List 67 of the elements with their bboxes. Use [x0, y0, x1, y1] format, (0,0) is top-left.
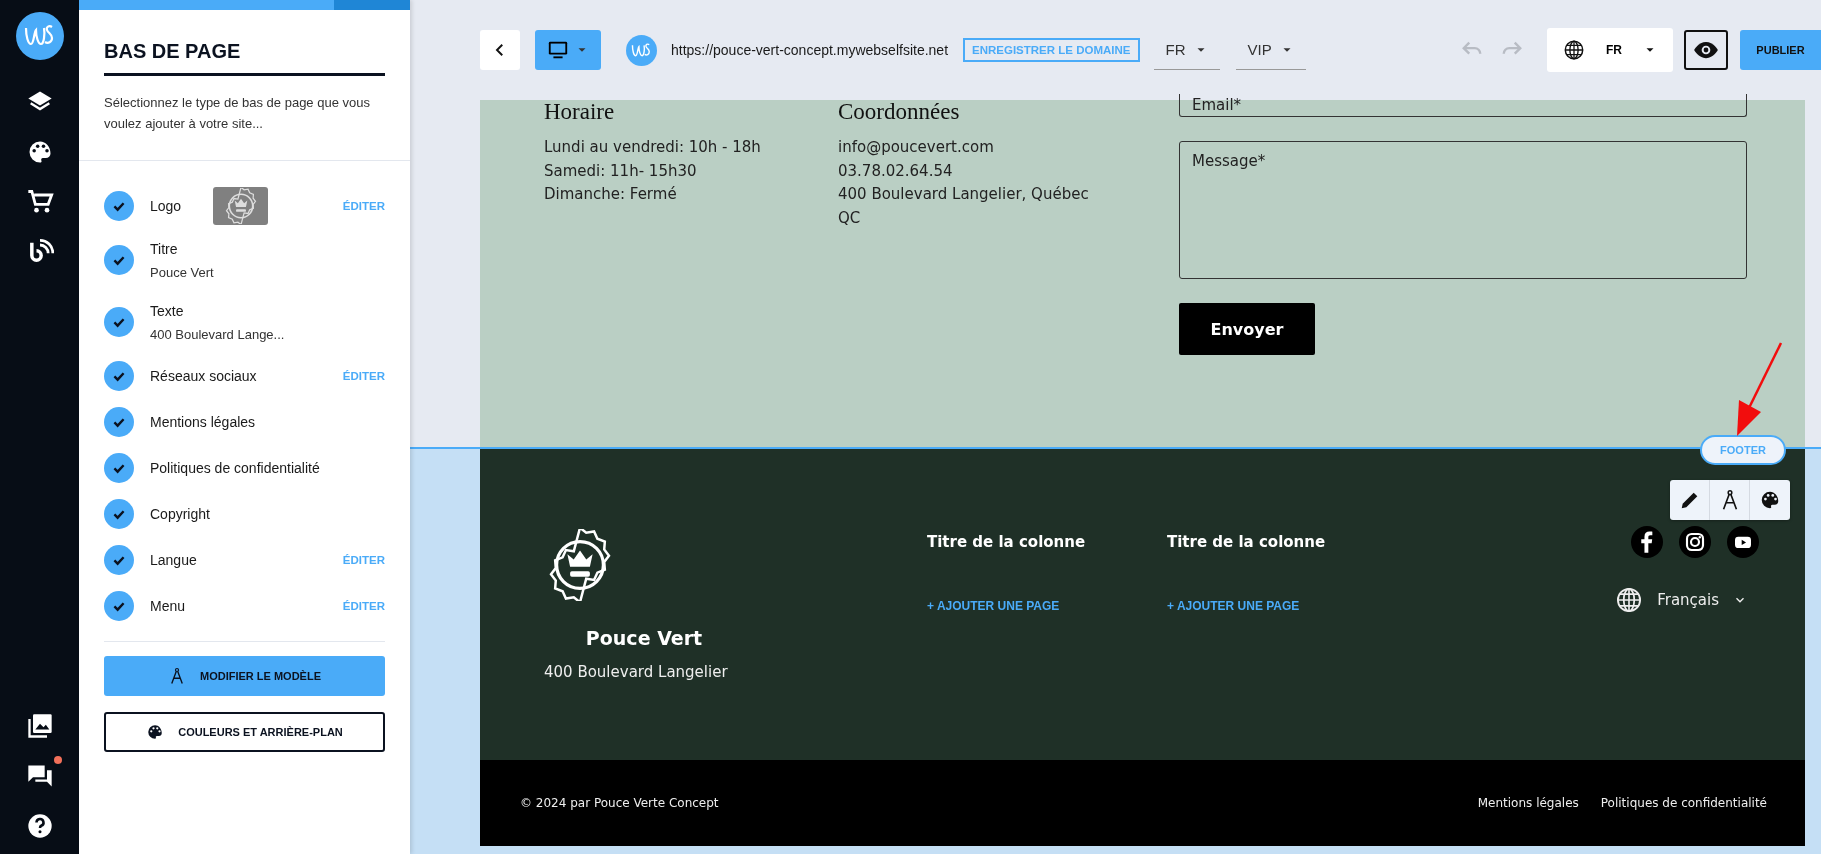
item-value: Pouce Vert: [150, 264, 214, 280]
item-label: Réseaux sociaux: [150, 368, 257, 384]
colors-button[interactable]: COULEURS ET ARRIÈRE-PLAN: [104, 712, 385, 752]
compass-icon: [168, 667, 186, 685]
help-icon[interactable]: [25, 812, 54, 840]
footer-link[interactable]: Mentions légales: [1477, 796, 1579, 810]
select-dropdown[interactable]: FR: [1153, 30, 1220, 70]
item-label: Menu: [150, 598, 186, 614]
item-label: Logo: [150, 198, 182, 214]
item-label: Politiques de confidentialité: [150, 460, 320, 476]
info-text: 03.78.02.64.54: [838, 160, 954, 182]
site-url: https://pouce-vert-concept.mywebselfsite.net: [671, 42, 949, 58]
logo-thumbnail[interactable]: [213, 187, 269, 225]
info-text: Samedi: 11h- 15h30: [544, 160, 698, 182]
checkbox[interactable]: [104, 307, 134, 337]
footer-link[interactable]: Politiques de confidentialité: [1600, 796, 1767, 810]
language-selector[interactable]: FR: [1547, 28, 1673, 72]
info-text: Lundi au vendredi: 10h - 18h: [544, 137, 762, 158]
publish-button[interactable]: PUBLIER: [1740, 30, 1821, 70]
checkbox[interactable]: [104, 361, 134, 391]
device-button[interactable]: [535, 30, 601, 70]
section-heading: Coordonnées: [838, 100, 961, 123]
copyright-text: © 2024 par Pouce Verte Concept: [520, 796, 719, 810]
palette-icon: [146, 723, 165, 741]
item-label: Texte: [150, 302, 185, 319]
item-value: 400 Boulevard Lange...: [150, 326, 285, 342]
checkbox[interactable]: [104, 245, 134, 275]
brand-name: Pouce Vert: [584, 627, 704, 649]
checkbox[interactable]: [104, 591, 134, 621]
globe-icon: [1615, 586, 1644, 614]
footer-address: 400 Boulevard Langelier: [544, 663, 729, 681]
item-label: Langue: [150, 552, 197, 568]
add-page-link[interactable]: + AJOUTER UNE PAGE: [927, 599, 1167, 613]
send-button[interactable]: Envoyer: [1179, 303, 1315, 355]
checkbox[interactable]: [104, 545, 134, 575]
section-heading: Horaire: [544, 100, 616, 123]
info-text: info@poucevert.com: [838, 137, 995, 158]
checkbox[interactable]: [104, 499, 134, 529]
checkbox[interactable]: [104, 453, 134, 483]
email-field[interactable]: Email*: [1179, 94, 1747, 117]
palette-icon: [1759, 489, 1781, 511]
checkbox[interactable]: [104, 407, 134, 437]
youtube-icon[interactable]: [1727, 526, 1759, 558]
add-page-link[interactable]: + AJOUTER UNE PAGE: [1167, 599, 1407, 613]
item-label: Titre: [150, 240, 179, 257]
checkbox[interactable]: [104, 191, 134, 221]
logo-icon: [626, 34, 657, 66]
item-label: Copyright: [150, 506, 210, 522]
column-title: Titre de la colonne: [1167, 533, 1327, 551]
cart-icon[interactable]: [25, 188, 54, 216]
info-text: Dimanche: Fermé: [544, 184, 678, 205]
column-title: Titre de la colonne: [927, 533, 1087, 551]
globe-icon: [1563, 39, 1585, 61]
select-dropdown[interactable]: VIP: [1235, 30, 1306, 70]
facebook-icon[interactable]: [1631, 526, 1663, 558]
info-text: 400 Boulevard Langelier, Québec QC: [838, 184, 1090, 229]
language-dropdown[interactable]: Français: [1615, 586, 1759, 614]
panel-description: Sélectionnez le type de bas de page que vous voulez ajouter à votre site...: [104, 94, 371, 133]
instagram-icon[interactable]: [1679, 526, 1711, 558]
preview-button[interactable]: [1684, 30, 1728, 70]
logo-icon[interactable]: [15, 12, 64, 60]
item-label: Mentions légales: [150, 414, 256, 430]
gallery-icon[interactable]: [25, 712, 54, 740]
monitor-icon: [547, 39, 569, 61]
message-field[interactable]: Message*: [1179, 141, 1747, 279]
modify-template-button[interactable]: MODIFIER LE MODÈLE: [104, 656, 385, 696]
panel-title: BAS DE PAGE: [104, 40, 385, 76]
